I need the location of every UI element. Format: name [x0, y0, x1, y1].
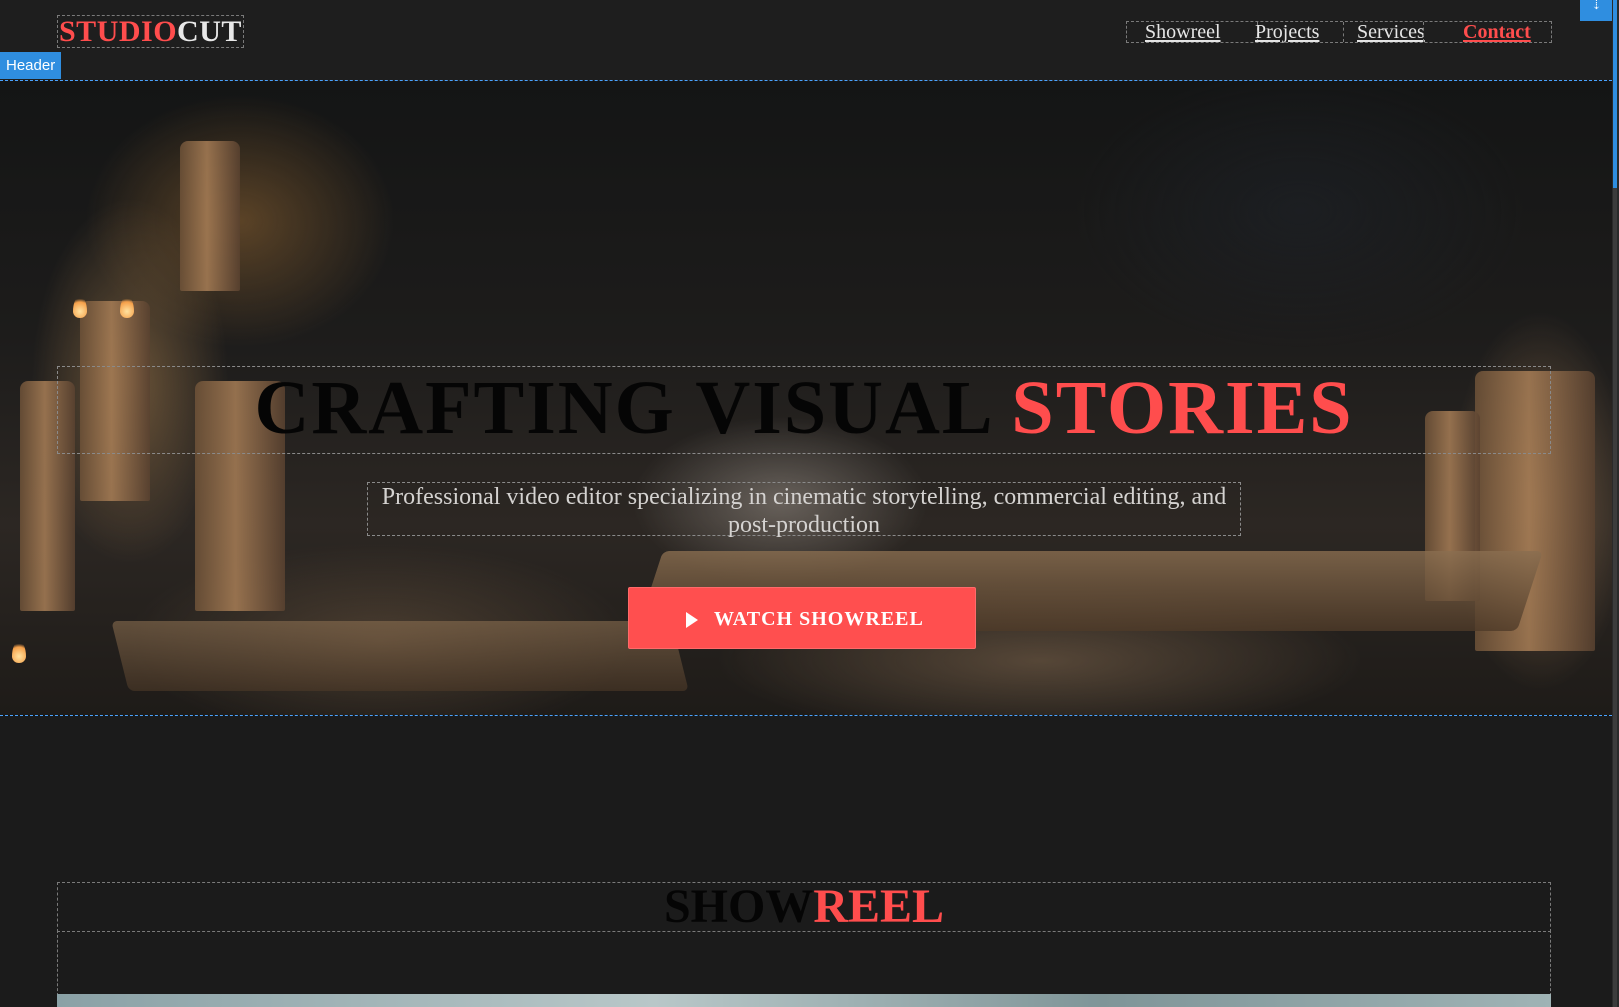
- hero-section: CRAFTING VISUAL STORIES Professional vid…: [0, 80, 1612, 716]
- showreel-title-dark: SHOW: [663, 880, 814, 933]
- watch-showreel-button[interactable]: WATCH SHOWREEL: [628, 587, 976, 649]
- nav-services[interactable]: Services: [1357, 22, 1425, 42]
- hero-headline-box: CRAFTING VISUAL STORIES: [57, 366, 1551, 454]
- watch-showreel-label: WATCH SHOWREEL: [714, 608, 924, 630]
- nav-divider: [1343, 22, 1345, 42]
- logo[interactable]: STUDIOCUT: [57, 15, 244, 48]
- showreel-content-box: [57, 930, 1551, 996]
- hero-subtitle: Professional video editor specializing i…: [381, 484, 1227, 538]
- logo-studio: STUDIO: [59, 15, 178, 48]
- move-handle[interactable]: ⇣: [1580, 0, 1612, 21]
- flame-image: [73, 296, 87, 318]
- nav-showreel[interactable]: Showreel: [1145, 22, 1221, 42]
- candle-image: [180, 141, 240, 291]
- book-image: [111, 621, 689, 691]
- hero-headline: CRAFTING VISUAL STORIES: [58, 369, 1550, 447]
- scrollbar-thumb[interactable]: [1613, 0, 1617, 188]
- page: STUDIOCUT Showreel Projects Services Con…: [0, 0, 1612, 1007]
- main-nav: Showreel Projects Services Contact: [1126, 21, 1552, 43]
- nav-projects[interactable]: Projects: [1255, 22, 1319, 42]
- logo-cut: CUT: [177, 15, 242, 48]
- flame-image: [120, 296, 134, 318]
- hero-subtitle-box: Professional video editor specializing i…: [367, 482, 1241, 538]
- play-icon: [686, 612, 698, 628]
- site-header: STUDIOCUT Showreel Projects Services Con…: [0, 0, 1612, 80]
- nav-contact[interactable]: Contact: [1463, 22, 1531, 42]
- editor-section-tag[interactable]: Header: [0, 52, 62, 79]
- nav-divider: [1423, 22, 1425, 42]
- flame-image: [12, 641, 26, 663]
- scrollbar-track: [1613, 188, 1617, 1007]
- hero-headline-dark: CRAFTING VISUAL: [254, 366, 1012, 450]
- scrollbar[interactable]: [1612, 0, 1619, 1007]
- showreel-title-accent: REEL: [813, 880, 945, 933]
- move-handle-icon: ⇣: [1591, 0, 1602, 12]
- showreel-title-box: SHOWREEL: [57, 882, 1551, 932]
- showreel-title: SHOWREEL: [58, 883, 1550, 931]
- hero-headline-accent: STORIES: [1011, 366, 1354, 450]
- showreel-video-preview[interactable]: [57, 994, 1551, 1007]
